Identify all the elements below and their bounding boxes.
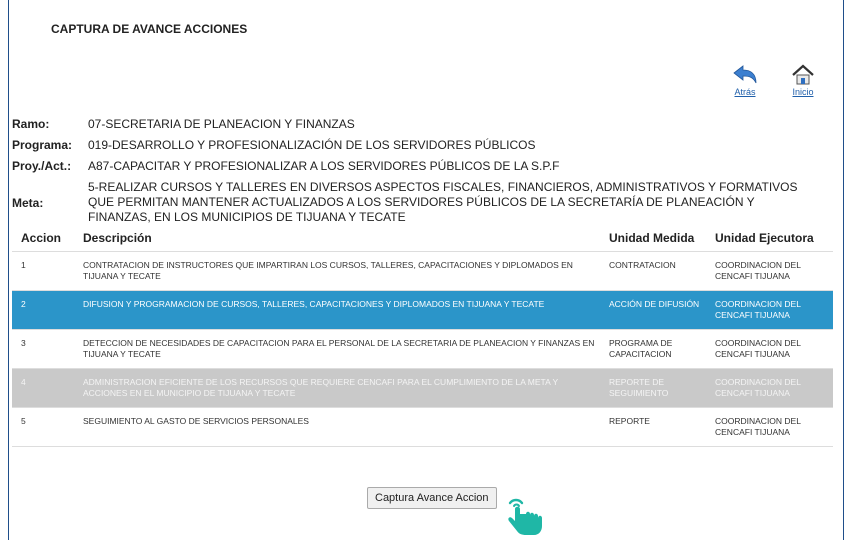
cell-accion: 4 bbox=[12, 368, 83, 408]
back-arrow-icon bbox=[733, 65, 757, 84]
meta-value: 5-REALIZAR CURSOS Y TALLERES EN DIVERSOS… bbox=[88, 180, 798, 224]
cell-descripcion: DETECCION DE NECESIDADES DE CAPACITACION… bbox=[83, 329, 609, 369]
home-icon bbox=[792, 64, 814, 85]
programa-value: 019-DESARROLLO Y PROFESIONALIZACIÓN DE L… bbox=[88, 138, 536, 152]
header-unidad-ejecutora: Unidad Ejecutora bbox=[715, 227, 833, 252]
proy-label: Proy./Act.: bbox=[12, 159, 72, 173]
programa-row: Programa: 019-DESARROLLO Y PROFESIONALIZ… bbox=[12, 138, 832, 153]
page-title: CAPTURA DE AVANCE ACCIONES bbox=[51, 22, 248, 36]
pointer-hand-icon bbox=[508, 498, 542, 535]
ramo-value: 07-SECRETARIA DE PLANEACION Y FINANZAS bbox=[88, 117, 355, 131]
meta-label: Meta: bbox=[12, 195, 44, 210]
header-accion: Accion bbox=[12, 227, 83, 252]
table-header-row: Accion Descripción Unidad Medida Unidad … bbox=[12, 227, 833, 252]
cell-accion: 3 bbox=[12, 329, 83, 369]
cell-unidad-medida: REPORTE bbox=[609, 407, 715, 447]
actions-table: Accion Descripción Unidad Medida Unidad … bbox=[12, 227, 833, 447]
header-unidad-medida: Unidad Medida bbox=[609, 227, 715, 252]
capture-advance-button[interactable]: Captura Avance Accion bbox=[367, 487, 497, 509]
info-section: Ramo: 07-SECRETARIA DE PLANEACION Y FINA… bbox=[12, 117, 832, 231]
cell-unidad-medida: CONTRATACION bbox=[609, 251, 715, 291]
cell-accion: 2 bbox=[12, 290, 83, 330]
home-label: Inicio bbox=[792, 87, 814, 97]
home-button[interactable]: Inicio bbox=[791, 64, 815, 97]
cell-descripcion: SEGUIMIENTO AL GASTO DE SERVICIOS PERSON… bbox=[83, 407, 609, 447]
proy-value: A87-CAPACITAR Y PROFESIONALIZAR A LOS SE… bbox=[88, 159, 560, 173]
cell-unidad-ejecutora: COORDINACION DEL CENCAFI TIJUANA bbox=[715, 329, 833, 369]
table-row-disabled: 4 ADMINISTRACION EFICIENTE DE LOS RECURS… bbox=[12, 368, 833, 408]
cell-descripcion: ADMINISTRACION EFICIENTE DE LOS RECURSOS… bbox=[83, 368, 609, 408]
ramo-label: Ramo: bbox=[12, 117, 50, 131]
meta-row: Meta: 5-REALIZAR CURSOS Y TALLERES EN DI… bbox=[12, 180, 832, 225]
cell-unidad-ejecutora: COORDINACION DEL CENCAFI TIJUANA bbox=[715, 251, 833, 291]
cell-unidad-ejecutora: COORDINACION DEL CENCAFI TIJUANA bbox=[715, 290, 833, 330]
table-row[interactable]: 3 DETECCION DE NECESIDADES DE CAPACITACI… bbox=[12, 329, 833, 369]
header-descripcion: Descripción bbox=[83, 227, 609, 252]
cell-unidad-medida: REPORTE DE SEGUIMIENTO bbox=[609, 368, 715, 408]
cell-unidad-medida: ACCIÓN DE DIFUSIÓN bbox=[609, 290, 715, 330]
cell-unidad-medida: PROGRAMA DE CAPACITACION bbox=[609, 329, 715, 369]
cell-unidad-ejecutora: COORDINACION DEL CENCAFI TIJUANA bbox=[715, 407, 833, 447]
cell-accion: 1 bbox=[12, 251, 83, 291]
cell-accion: 5 bbox=[12, 407, 83, 447]
cell-descripcion: DIFUSION Y PROGRAMACION DE CURSOS, TALLE… bbox=[83, 290, 609, 330]
proy-row: Proy./Act.: A87-CAPACITAR Y PROFESIONALI… bbox=[12, 159, 832, 174]
back-button[interactable]: Atrás bbox=[731, 64, 759, 97]
table-row-selected[interactable]: 2 DIFUSION Y PROGRAMACION DE CURSOS, TAL… bbox=[12, 290, 833, 330]
table-row[interactable]: 5 SEGUIMIENTO AL GASTO DE SERVICIOS PERS… bbox=[12, 407, 833, 447]
cell-descripcion: CONTRATACION DE INSTRUCTORES QUE IMPARTI… bbox=[83, 251, 609, 291]
table-row[interactable]: 1 CONTRATACION DE INSTRUCTORES QUE IMPAR… bbox=[12, 251, 833, 291]
back-label: Atrás bbox=[734, 87, 756, 97]
ramo-row: Ramo: 07-SECRETARIA DE PLANEACION Y FINA… bbox=[12, 117, 832, 132]
cell-unidad-ejecutora: COORDINACION DEL CENCAFI TIJUANA bbox=[715, 368, 833, 408]
programa-label: Programa: bbox=[12, 138, 73, 152]
